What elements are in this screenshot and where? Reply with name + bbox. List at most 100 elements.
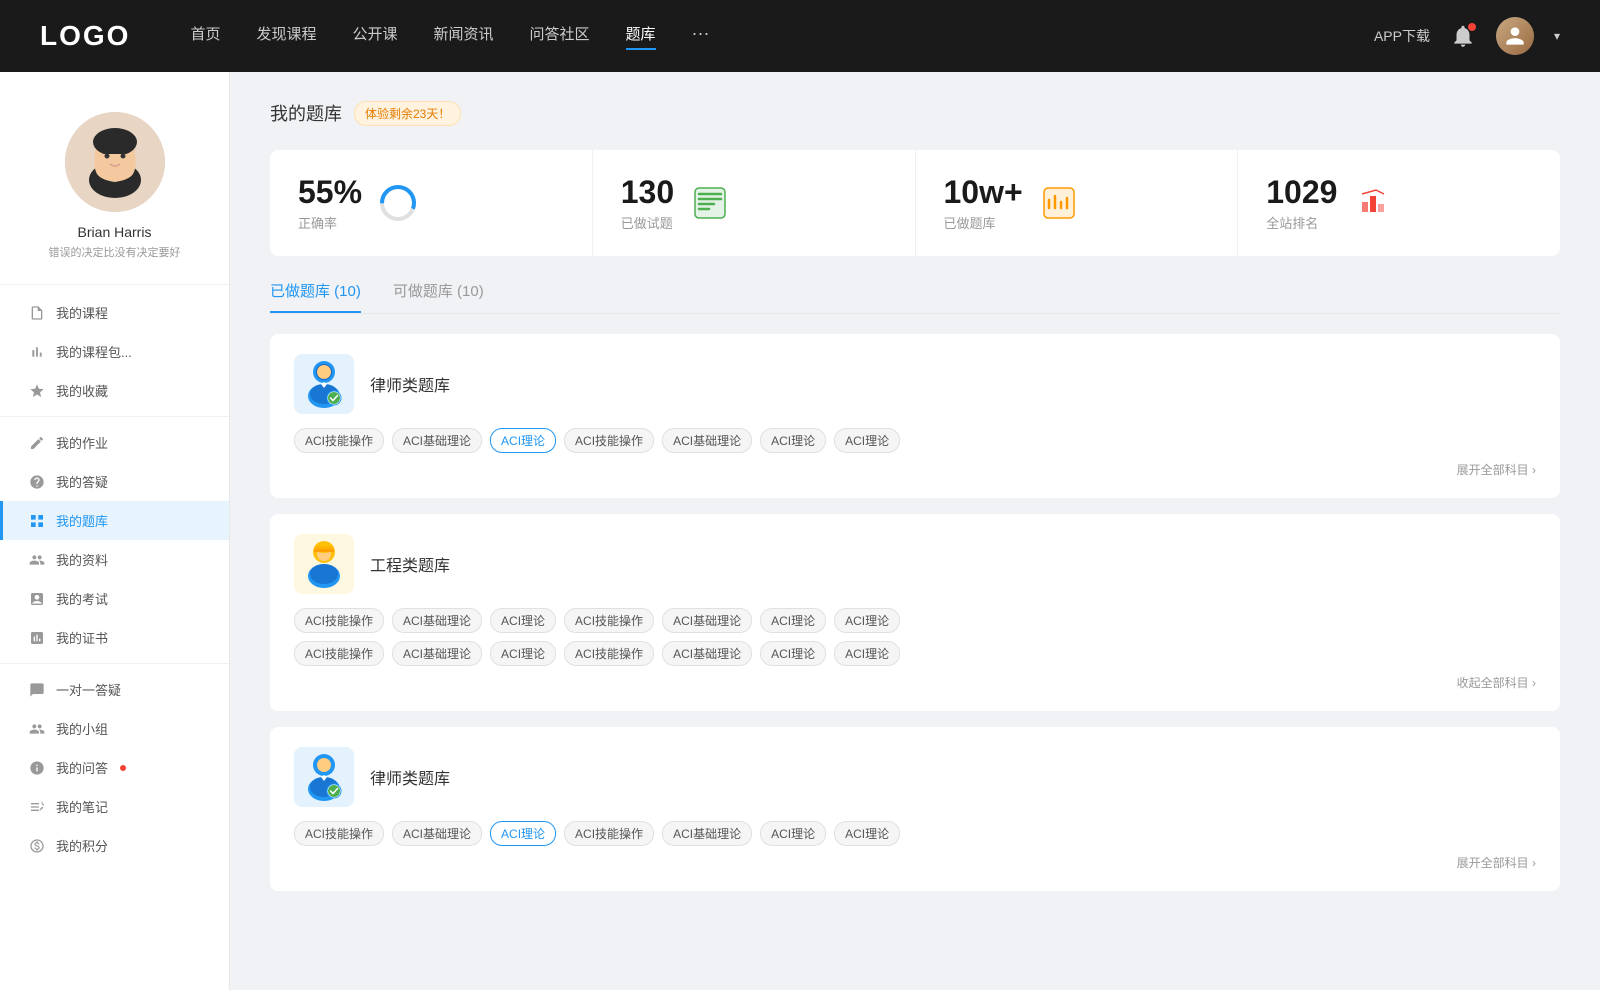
stat-done-banks-value: 10w+ [944, 174, 1023, 211]
cert-icon [28, 629, 46, 647]
coin-icon [28, 837, 46, 855]
user-dropdown-arrow[interactable]: ▾ [1554, 29, 1560, 43]
sidebar-item-profile[interactable]: 我的资料 [0, 540, 229, 579]
stat-accuracy-text: 55% 正确率 [298, 174, 362, 232]
tag-2-5[interactable]: ACI基础理论 [662, 608, 752, 633]
tag-3-5[interactable]: ACI基础理论 [662, 821, 752, 846]
expand-link-1[interactable]: 展开全部科目 › [294, 461, 1536, 478]
qa-icon [28, 759, 46, 777]
question-circle-icon [28, 473, 46, 491]
tag-1-2[interactable]: ACI基础理论 [392, 428, 482, 453]
star-icon [28, 382, 46, 400]
tag-2-2[interactable]: ACI基础理论 [392, 608, 482, 633]
tab-done-banks[interactable]: 已做题库 (10) [270, 280, 361, 313]
qbank-card-header-2: 工程类题库 [294, 534, 1536, 594]
qbank-card-header-1: 律师类题库 [294, 354, 1536, 414]
expand-link-3[interactable]: 展开全部科目 › [294, 854, 1536, 871]
sidebar-item-certificate[interactable]: 我的证书 [0, 618, 229, 657]
tag-3-4[interactable]: ACI技能操作 [564, 821, 654, 846]
user-avatar[interactable] [1496, 17, 1534, 55]
tag-2-3[interactable]: ACI理论 [490, 608, 556, 633]
tag-3-6[interactable]: ACI理论 [760, 821, 826, 846]
group-icon [28, 720, 46, 738]
sidebar-label-favorites: 我的收藏 [56, 381, 108, 400]
tag-3-1[interactable]: ACI技能操作 [294, 821, 384, 846]
stat-ranking-value: 1029 [1266, 174, 1337, 211]
main-layout: Brian Harris 错误的决定比没有决定要好 我的课程 我的课程包... [0, 72, 1600, 990]
sidebar-item-questions[interactable]: 我的答疑 [0, 462, 229, 501]
sidebar-label-exam: 我的考试 [56, 589, 108, 608]
navbar: LOGO 首页 发现课程 公开课 新闻资讯 问答社区 题库 ··· APP下载 … [0, 0, 1600, 72]
nav-open-course[interactable]: 公开课 [352, 23, 397, 50]
tab-available-banks[interactable]: 可做题库 (10) [393, 280, 484, 313]
sidebar-profile: Brian Harris 错误的决定比没有决定要好 [0, 96, 229, 285]
tag-2-7[interactable]: ACI理论 [834, 608, 900, 633]
stat-ranking: 1029 全站排名 [1238, 150, 1560, 256]
tag-2-12[interactable]: ACI基础理论 [662, 641, 752, 666]
sidebar-item-exam[interactable]: 我的考试 [0, 579, 229, 618]
tag-3-3[interactable]: ACI理论 [490, 821, 556, 846]
tag-1-3[interactable]: ACI理论 [490, 428, 556, 453]
divider-1 [0, 416, 229, 417]
sidebar-label-my-courses: 我的课程 [56, 303, 108, 322]
tag-2-1[interactable]: ACI技能操作 [294, 608, 384, 633]
tag-2-9[interactable]: ACI基础理论 [392, 641, 482, 666]
sidebar-item-qbank[interactable]: 我的题库 [0, 501, 229, 540]
tag-3-2[interactable]: ACI基础理论 [392, 821, 482, 846]
qbank-name-1: 律师类题库 [370, 372, 450, 396]
tag-2-11[interactable]: ACI技能操作 [564, 641, 654, 666]
sidebar-label-profile: 我的资料 [56, 550, 108, 569]
nav-more[interactable]: ··· [692, 23, 710, 50]
logo[interactable]: LOGO [40, 20, 130, 52]
lawyer-svg-2 [300, 751, 348, 803]
sidebar-item-course-package[interactable]: 我的课程包... [0, 332, 229, 371]
nav-qa[interactable]: 问答社区 [530, 23, 590, 50]
tag-1-6[interactable]: ACI理论 [760, 428, 826, 453]
nav-qbank[interactable]: 题库 [626, 23, 656, 50]
note-icon [28, 798, 46, 816]
sidebar-label-homework: 我的作业 [56, 433, 108, 452]
app-download-button[interactable]: APP下载 [1374, 26, 1430, 46]
accuracy-icon [378, 183, 418, 223]
tag-2-10[interactable]: ACI理论 [490, 641, 556, 666]
tag-2-13[interactable]: ACI理论 [760, 641, 826, 666]
stat-done-questions-label: 已做试题 [621, 213, 674, 232]
engineer-svg [300, 538, 348, 590]
tag-2-14[interactable]: ACI理论 [834, 641, 900, 666]
nav-news[interactable]: 新闻资讯 [434, 23, 494, 50]
tag-1-4[interactable]: ACI技能操作 [564, 428, 654, 453]
tag-2-8[interactable]: ACI技能操作 [294, 641, 384, 666]
avatar-image [65, 112, 165, 212]
notification-bell[interactable] [1450, 23, 1476, 49]
expand-link-2[interactable]: 收起全部科目 › [294, 674, 1536, 691]
sidebar-label-qbank: 我的题库 [56, 511, 108, 530]
tag-1-1[interactable]: ACI技能操作 [294, 428, 384, 453]
profile-name: Brian Harris [78, 224, 152, 240]
tag-3-7[interactable]: ACI理论 [834, 821, 900, 846]
nav-discover[interactable]: 发现课程 [256, 23, 316, 50]
tag-2-6[interactable]: ACI理论 [760, 608, 826, 633]
profile-avatar[interactable] [65, 112, 165, 212]
sidebar-item-points[interactable]: 我的积分 [0, 826, 229, 865]
ranking-icon [1353, 183, 1393, 223]
qbank-name-3: 律师类题库 [370, 765, 450, 789]
tag-2-4[interactable]: ACI技能操作 [564, 608, 654, 633]
stats-row: 55% 正确率 130 已做试题 [270, 150, 1560, 256]
tag-1-7[interactable]: ACI理论 [834, 428, 900, 453]
grid-icon [28, 512, 46, 530]
nav-home[interactable]: 首页 [190, 23, 220, 50]
sidebar-item-group[interactable]: 我的小组 [0, 709, 229, 748]
sidebar-item-homework[interactable]: 我的作业 [0, 423, 229, 462]
sidebar-item-favorites[interactable]: 我的收藏 [0, 371, 229, 410]
sidebar-item-my-qa[interactable]: 我的问答 [0, 748, 229, 787]
done-banks-icon [1039, 183, 1079, 223]
stat-done-questions-text: 130 已做试题 [621, 174, 674, 232]
sidebar-label-certificate: 我的证书 [56, 628, 108, 647]
page-title: 我的题库 [270, 100, 342, 126]
tag-1-5[interactable]: ACI基础理论 [662, 428, 752, 453]
sidebar-item-tutor[interactable]: 一对一答疑 [0, 670, 229, 709]
sidebar-item-my-courses[interactable]: 我的课程 [0, 293, 229, 332]
page-header: 我的题库 体验剩余23天！ [270, 100, 1560, 126]
sidebar-item-notes[interactable]: 我的笔记 [0, 787, 229, 826]
stat-ranking-text: 1029 全站排名 [1266, 174, 1337, 232]
